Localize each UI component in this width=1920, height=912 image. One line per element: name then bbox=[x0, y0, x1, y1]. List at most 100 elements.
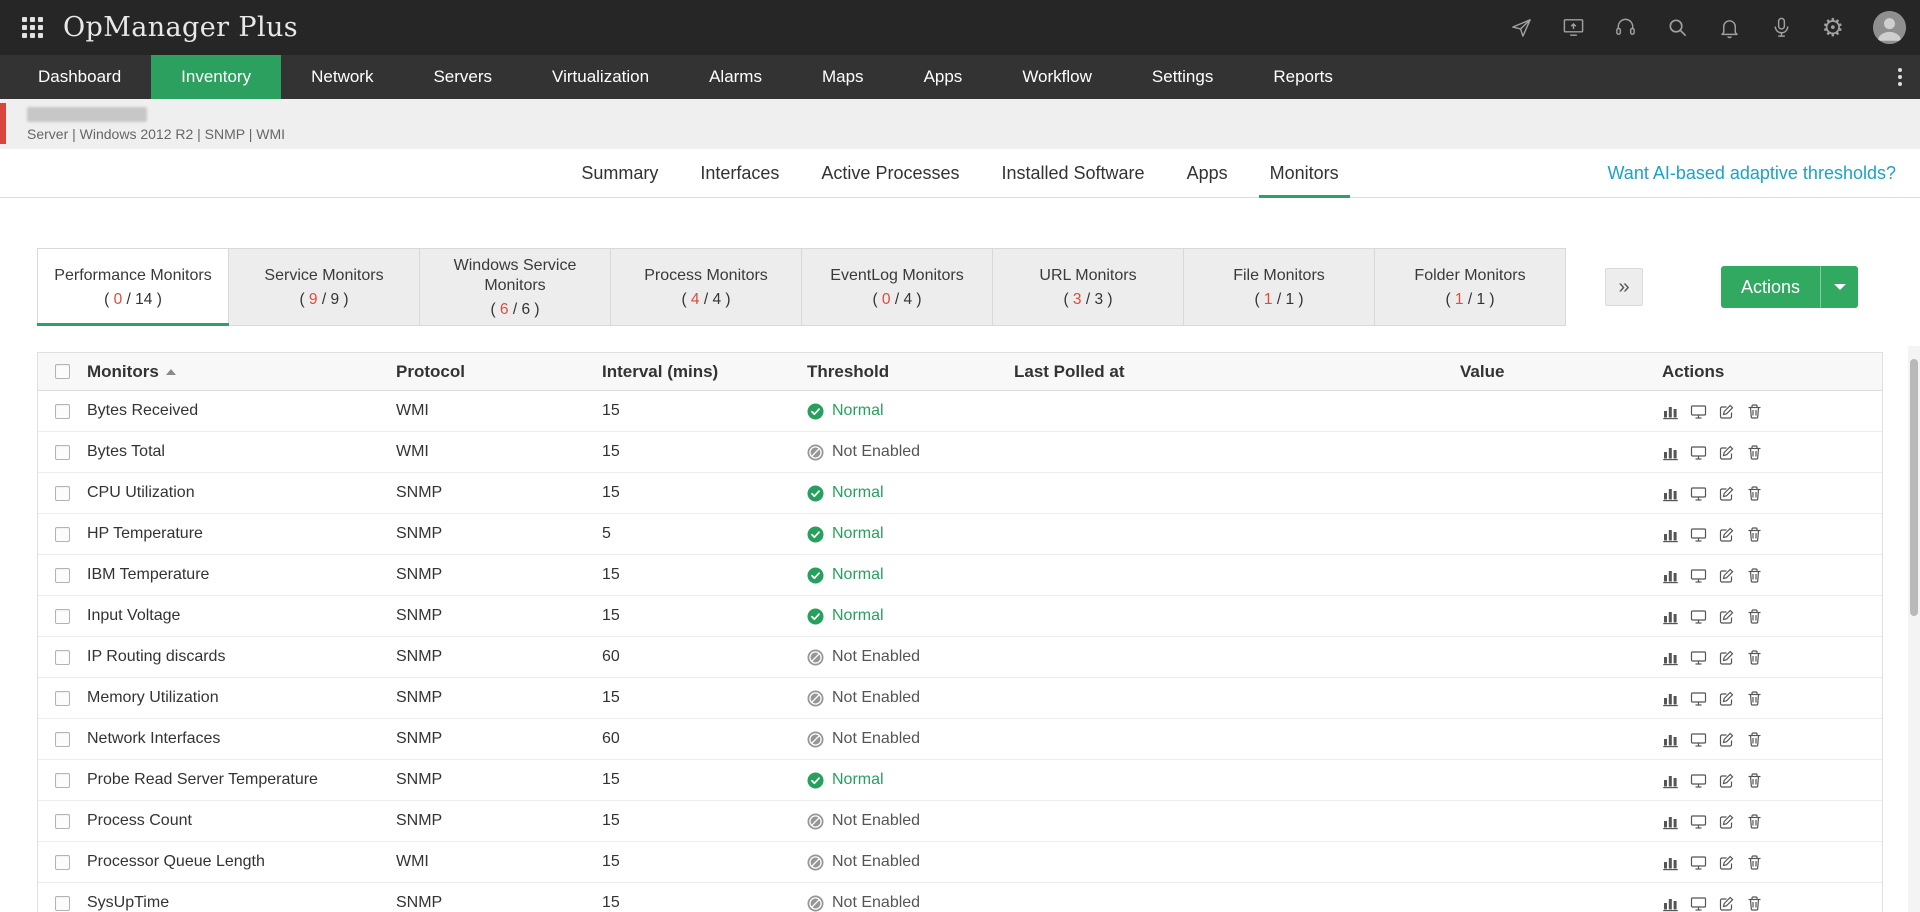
monitor-name[interactable]: Bytes Total bbox=[87, 443, 396, 461]
monitor-name[interactable]: IBM Temperature bbox=[87, 566, 396, 584]
nav-item-settings[interactable]: Settings bbox=[1122, 55, 1243, 99]
user-avatar[interactable] bbox=[1873, 11, 1906, 44]
col-monitors[interactable]: Monitors bbox=[87, 362, 396, 382]
row-checkbox[interactable] bbox=[55, 773, 70, 788]
edit-icon[interactable] bbox=[1718, 526, 1735, 543]
gear-icon[interactable]: ⚙ bbox=[1822, 15, 1844, 40]
mic-icon[interactable] bbox=[1770, 16, 1793, 39]
select-all-checkbox[interactable] bbox=[55, 364, 70, 379]
monitor-view-icon[interactable] bbox=[1690, 526, 1707, 543]
row-checkbox[interactable] bbox=[55, 814, 70, 829]
monitor-view-icon[interactable] bbox=[1690, 649, 1707, 666]
nav-item-virtualization[interactable]: Virtualization bbox=[522, 55, 679, 99]
monitor-name[interactable]: Memory Utilization bbox=[87, 689, 396, 707]
monitor-name[interactable]: Bytes Received bbox=[87, 402, 396, 420]
edit-icon[interactable] bbox=[1718, 813, 1735, 830]
apps-grid-icon[interactable] bbox=[22, 17, 43, 38]
nav-item-dashboard[interactable]: Dashboard bbox=[8, 55, 151, 99]
delete-icon[interactable] bbox=[1746, 567, 1763, 584]
actions-button[interactable]: Actions bbox=[1721, 266, 1858, 308]
monitor-name[interactable]: Processor Queue Length bbox=[87, 853, 396, 871]
delete-icon[interactable] bbox=[1746, 649, 1763, 666]
monitor-name[interactable]: SysUpTime bbox=[87, 894, 396, 912]
row-checkbox[interactable] bbox=[55, 896, 70, 911]
edit-icon[interactable] bbox=[1718, 608, 1735, 625]
monitor-view-icon[interactable] bbox=[1690, 485, 1707, 502]
monitor-view-icon[interactable] bbox=[1690, 567, 1707, 584]
monitor-name[interactable]: Input Voltage bbox=[87, 607, 396, 625]
chart-icon[interactable] bbox=[1662, 485, 1679, 502]
monitor-name[interactable]: CPU Utilization bbox=[87, 484, 396, 502]
chart-icon[interactable] bbox=[1662, 567, 1679, 584]
monitor-tab-process-monitors[interactable]: Process Monitors ( 4 / 4 ) bbox=[610, 248, 802, 326]
chart-icon[interactable] bbox=[1662, 813, 1679, 830]
row-checkbox[interactable] bbox=[55, 691, 70, 706]
edit-icon[interactable] bbox=[1718, 444, 1735, 461]
monitor-view-icon[interactable] bbox=[1690, 854, 1707, 871]
monitor-name[interactable]: Process Count bbox=[87, 812, 396, 830]
monitor-view-icon[interactable] bbox=[1690, 895, 1707, 912]
chart-icon[interactable] bbox=[1662, 526, 1679, 543]
monitor-name[interactable]: IP Routing discards bbox=[87, 648, 396, 666]
delete-icon[interactable] bbox=[1746, 772, 1763, 789]
delete-icon[interactable] bbox=[1746, 854, 1763, 871]
row-checkbox[interactable] bbox=[55, 568, 70, 583]
delete-icon[interactable] bbox=[1746, 731, 1763, 748]
row-checkbox[interactable] bbox=[55, 650, 70, 665]
row-checkbox[interactable] bbox=[55, 732, 70, 747]
nav-item-maps[interactable]: Maps bbox=[792, 55, 894, 99]
chart-icon[interactable] bbox=[1662, 444, 1679, 461]
row-checkbox[interactable] bbox=[55, 527, 70, 542]
monitor-tab-folder-monitors[interactable]: Folder Monitors ( 1 / 1 ) bbox=[1374, 248, 1566, 326]
chart-icon[interactable] bbox=[1662, 854, 1679, 871]
sort-asc-icon[interactable] bbox=[166, 369, 176, 375]
tab-summary[interactable]: Summary bbox=[560, 149, 679, 197]
row-checkbox[interactable] bbox=[55, 609, 70, 624]
bell-icon[interactable] bbox=[1718, 16, 1741, 39]
monitor-tab-windows-service-monitors[interactable]: Windows Service Monitors ( 6 / 6 ) bbox=[419, 248, 611, 326]
kebab-menu-icon[interactable] bbox=[1894, 64, 1906, 90]
search-icon[interactable] bbox=[1666, 16, 1689, 39]
delete-icon[interactable] bbox=[1746, 813, 1763, 830]
nav-item-inventory[interactable]: Inventory bbox=[151, 55, 281, 99]
tab-monitors[interactable]: Monitors bbox=[1249, 149, 1360, 197]
tab-interfaces[interactable]: Interfaces bbox=[679, 149, 800, 197]
delete-icon[interactable] bbox=[1746, 444, 1763, 461]
monitor-view-icon[interactable] bbox=[1690, 772, 1707, 789]
row-checkbox[interactable] bbox=[55, 404, 70, 419]
delete-icon[interactable] bbox=[1746, 403, 1763, 420]
monitor-view-icon[interactable] bbox=[1690, 731, 1707, 748]
row-checkbox[interactable] bbox=[55, 486, 70, 501]
nav-item-workflow[interactable]: Workflow bbox=[992, 55, 1122, 99]
more-tabs-button[interactable]: » bbox=[1605, 268, 1643, 306]
edit-icon[interactable] bbox=[1718, 485, 1735, 502]
delete-icon[interactable] bbox=[1746, 485, 1763, 502]
nav-item-servers[interactable]: Servers bbox=[403, 55, 522, 99]
headset-icon[interactable] bbox=[1614, 16, 1637, 39]
monitor-tab-file-monitors[interactable]: File Monitors ( 1 / 1 ) bbox=[1183, 248, 1375, 326]
monitor-tab-service-monitors[interactable]: Service Monitors ( 9 / 9 ) bbox=[228, 248, 420, 326]
nav-item-reports[interactable]: Reports bbox=[1243, 55, 1363, 99]
monitor-view-icon[interactable] bbox=[1690, 608, 1707, 625]
edit-icon[interactable] bbox=[1718, 731, 1735, 748]
row-checkbox[interactable] bbox=[55, 445, 70, 460]
delete-icon[interactable] bbox=[1746, 895, 1763, 912]
ai-thresholds-link[interactable]: Want AI-based adaptive thresholds? bbox=[1607, 149, 1896, 197]
edit-icon[interactable] bbox=[1718, 567, 1735, 584]
edit-icon[interactable] bbox=[1718, 690, 1735, 707]
delete-icon[interactable] bbox=[1746, 608, 1763, 625]
chart-icon[interactable] bbox=[1662, 608, 1679, 625]
nav-item-alarms[interactable]: Alarms bbox=[679, 55, 792, 99]
monitor-name[interactable]: HP Temperature bbox=[87, 525, 396, 543]
tab-active-processes[interactable]: Active Processes bbox=[800, 149, 980, 197]
monitor-tab-performance-monitors[interactable]: Performance Monitors ( 0 / 14 ) bbox=[37, 248, 229, 326]
edit-icon[interactable] bbox=[1718, 895, 1735, 912]
monitor-view-icon[interactable] bbox=[1690, 444, 1707, 461]
nav-item-network[interactable]: Network bbox=[281, 55, 403, 99]
edit-icon[interactable] bbox=[1718, 854, 1735, 871]
delete-icon[interactable] bbox=[1746, 690, 1763, 707]
edit-icon[interactable] bbox=[1718, 649, 1735, 666]
monitor-tab-url-monitors[interactable]: URL Monitors ( 3 / 3 ) bbox=[992, 248, 1184, 326]
monitor-view-icon[interactable] bbox=[1690, 690, 1707, 707]
scrollbar-thumb[interactable] bbox=[1910, 359, 1918, 616]
